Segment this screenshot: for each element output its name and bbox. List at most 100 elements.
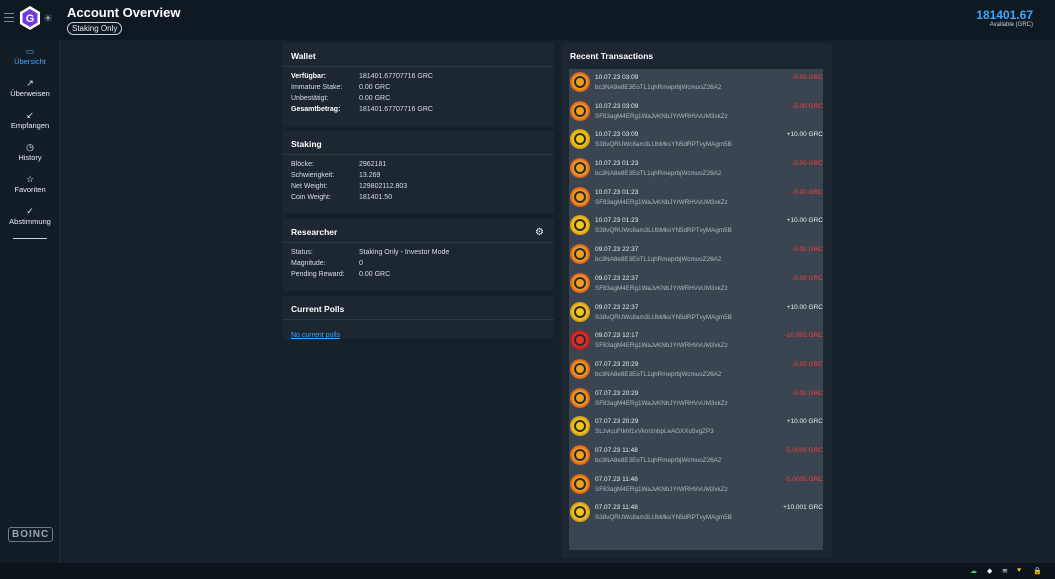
staking-row: Coin Weight: 181401.50 xyxy=(282,192,554,203)
transaction-type-icon xyxy=(570,72,590,92)
available-balance-label: Available (GRC) xyxy=(989,22,1033,28)
wallet-row-label: Verfügbar: xyxy=(291,73,327,80)
transaction-list[interactable]: 10.07.23 03:09 bc3NA8e8E3EoTL1qhRmeprbjWc… xyxy=(569,69,823,550)
transaction-amount: -5.0005 GRC xyxy=(784,475,823,483)
overview-icon: ▭ xyxy=(25,46,35,56)
transaction-row[interactable]: 10.07.23 01:23 SF83agM4ERg1WaJvKNbJYrWRHV… xyxy=(569,184,823,213)
transaction-row[interactable]: 10.07.23 01:23 bc3NA8e8E3EoTL1qhRmeprbjWc… xyxy=(569,155,823,184)
transaction-row[interactable]: 07.07.23 20:29 SF83agM4ERg1WaJvKNbJYrWRHV… xyxy=(569,385,823,414)
staking-row-value: 13.269 xyxy=(359,172,381,179)
transaction-date: 07.07.23 11:48 xyxy=(595,504,638,512)
transaction-row[interactable]: 09.07.23 22:37 SF83agM4ERg1WaJvKNbJYrWRHV… xyxy=(569,270,823,299)
transaction-date: 07.07.23 11:48 xyxy=(595,446,638,454)
transaction-row[interactable]: 09.07.23 22:37 S38vQRUWc8am3LUbMksYN5dRPT… xyxy=(569,299,823,328)
stack-icon[interactable]: ◆ xyxy=(987,567,992,575)
sidebar-item-label: Übersicht xyxy=(14,57,46,66)
sidebar-item-0[interactable]: ▭ Übersicht xyxy=(0,42,60,74)
transaction-address: S38vQRUWc8am3LUbMksYN5dRPTvyMAgm5B xyxy=(595,514,732,522)
transaction-address: SLzvicuFtkhf1xVkmznbpLeAGXXo5vgZP3 xyxy=(595,428,714,436)
clock-icon: ◷ xyxy=(26,142,34,152)
transaction-type-icon xyxy=(570,387,590,408)
transaction-address: SF83agM4ERg1WaJvKNbJYrWRHVvUM3xkZz xyxy=(595,342,728,350)
transaction-row[interactable]: 07.07.23 20:29 SLzvicuFtkhf1xVkmznbpLeAGX… xyxy=(569,413,823,442)
transaction-type-icon xyxy=(570,215,590,236)
transaction-address: bc3NA8e8E3EoTL1qhRmeprbjWcmuoZ26A2 xyxy=(595,456,722,464)
transaction-address: bc3NA8e8E3EoTL1qhRmeprbjWcmuoZ26A2 xyxy=(595,170,722,178)
staking-row-label: Blöcke: xyxy=(291,161,314,168)
theme-toggle-icon[interactable]: ☀ xyxy=(43,12,53,25)
wallet-row: Unbestätigt: 0.00 GRC xyxy=(282,93,554,104)
staking-row-label: Coin Weight: xyxy=(291,194,331,201)
transaction-amount: -5.00 GRC xyxy=(791,74,823,81)
staking-row-value: 181401.50 xyxy=(359,194,393,201)
transaction-type-icon xyxy=(570,186,590,207)
transaction-address: S38vQRUWc8am3LUbMksYN5dRPTvyMAgm5B xyxy=(595,313,732,321)
transaction-type-icon xyxy=(570,416,590,437)
transaction-row[interactable]: 10.07.23 01:23 S38vQRUWc8am3LUbMksYN5dRPT… xyxy=(569,212,823,241)
wallet-row-label: Gesamtbetrag: xyxy=(291,106,341,113)
transaction-date: 10.07.23 01:23 xyxy=(595,217,639,225)
lock-icon[interactable]: 🔒 xyxy=(1033,567,1042,575)
wallet-row-label: Unbestätigt: xyxy=(291,95,329,102)
transaction-date: 07.07.23 11:48 xyxy=(595,475,638,483)
wifi-icon[interactable]: ≋ xyxy=(1002,567,1008,575)
transaction-row[interactable]: 07.07.23 11:48 SF83agM4ERg1WaJvKNbJYrWRHV… xyxy=(569,471,823,500)
heart-icon[interactable]: ♥ xyxy=(1017,567,1021,574)
wallet-panel: Wallet Verfügbar: 181401.67707716 GRC Imma… xyxy=(282,43,554,127)
transaction-address: bc3NA8e8E3EoTL1qhRmeprbjWcmuoZ26A2 xyxy=(595,370,722,378)
transaction-address: bc3NA8e8E3EoTL1qhRmeprbjWcmuoZ26A2 xyxy=(595,256,722,264)
staking-row-value: 2962181 xyxy=(359,161,387,168)
sidebar-item-3[interactable]: ◷ History xyxy=(0,138,60,170)
no-current-polls-link[interactable]: No current polls xyxy=(282,332,340,339)
researcher-row-label: Pending Reward: xyxy=(291,271,345,278)
transaction-row[interactable]: 10.07.23 03:09 S38vQRUWc8am3LUbMksYN5dRPT… xyxy=(569,126,823,155)
transaction-type-icon xyxy=(570,358,590,379)
transaction-type-icon xyxy=(570,502,590,523)
transaction-amount: +10.001 GRC xyxy=(783,504,823,512)
sidebar-item-2[interactable]: ↙ Empfangen xyxy=(0,106,60,138)
status-bar: ☁ ◆ ≋ ♥ 🔒 xyxy=(0,563,1055,579)
researcher-row-label: Magnitude: xyxy=(291,260,326,267)
staking-panel: Staking Blöcke: 2962181 Schwierigkeit: 13.2… xyxy=(282,131,554,213)
transaction-row[interactable]: 07.07.23 20:29 bc3NA8e8E3EoTL1qhRmeprbjWc… xyxy=(569,356,823,385)
transaction-row[interactable]: 09.07.23 12:17 SF83agM4ERg1WaJvKNbJYrWRHV… xyxy=(569,327,823,356)
transaction-amount: -5.00 GRC xyxy=(791,102,823,110)
available-balance: 181401.67 xyxy=(976,8,1033,22)
hamburger-menu-icon[interactable] xyxy=(4,13,14,23)
check-icon: ✓ xyxy=(26,206,34,216)
transaction-type-icon xyxy=(570,100,590,121)
transaction-row[interactable]: 10.07.23 03:09 bc3NA8e8E3EoTL1qhRmeprbjWc… xyxy=(569,69,823,98)
sidebar-divider xyxy=(12,238,47,239)
researcher-title: Researcher xyxy=(282,219,554,243)
transaction-type-icon xyxy=(570,158,590,179)
send-arrow-icon: ↗ xyxy=(26,78,34,88)
transaction-row[interactable]: 10.07.23 03:09 SF83agM4ERg1WaJvKNbJYrWRHV… xyxy=(569,98,823,127)
wallet-row-value: 181401.67707716 GRC xyxy=(359,106,433,113)
transaction-address: S38vQRUWc8am3LUbMksYN5dRPTvyMAgm5B xyxy=(595,227,732,235)
transaction-row[interactable]: 07.07.23 11:48 bc3NA8e8E3EoTL1qhRmeprbjWc… xyxy=(569,442,823,471)
svg-text:G: G xyxy=(26,13,35,25)
staking-title: Staking xyxy=(282,131,554,155)
transaction-date: 10.07.23 01:23 xyxy=(595,160,639,168)
transaction-row[interactable]: 09.07.23 22:37 bc3NA8e8E3EoTL1qhRmeprbjWc… xyxy=(569,241,823,270)
transaction-amount: +10.00 GRC xyxy=(786,217,823,225)
transaction-date: 07.07.23 20:29 xyxy=(595,360,639,368)
cloud-sync-icon[interactable]: ☁ xyxy=(970,567,977,575)
staking-mode-badge: Staking Only xyxy=(67,22,123,35)
transaction-amount: -5.0005 GRC xyxy=(784,446,823,454)
transaction-row[interactable]: 07.07.23 11:48 S38vQRUWc8am3LUbMksYN5dRPT… xyxy=(569,499,823,528)
transaction-amount: -5.00 GRC xyxy=(791,360,823,368)
transaction-date: 09.07.23 22:37 xyxy=(595,303,639,311)
gear-icon[interactable]: ⚙ xyxy=(535,227,544,238)
sidebar-item-5[interactable]: ✓ Abstimmung xyxy=(0,202,60,234)
staking-row-label: Net Weight: xyxy=(291,183,328,190)
wallet-row: Verfügbar: 181401.67707716 GRC xyxy=(282,71,554,82)
transaction-date: 09.07.23 12:17 xyxy=(595,332,639,340)
staking-row: Net Weight: 129802112.803 xyxy=(282,181,554,192)
transaction-type-icon xyxy=(570,244,590,265)
sidebar-item-4[interactable]: ☆ Favoriten xyxy=(0,170,60,202)
wallet-title: Wallet xyxy=(282,43,554,67)
sidebar-item-1[interactable]: ↗ Überweisen xyxy=(0,74,60,106)
researcher-row: Magnitude: 0 xyxy=(282,258,554,269)
transaction-address: SF83agM4ERg1WaJvKNbJYrWRHVvUM3xkZz xyxy=(595,112,728,120)
